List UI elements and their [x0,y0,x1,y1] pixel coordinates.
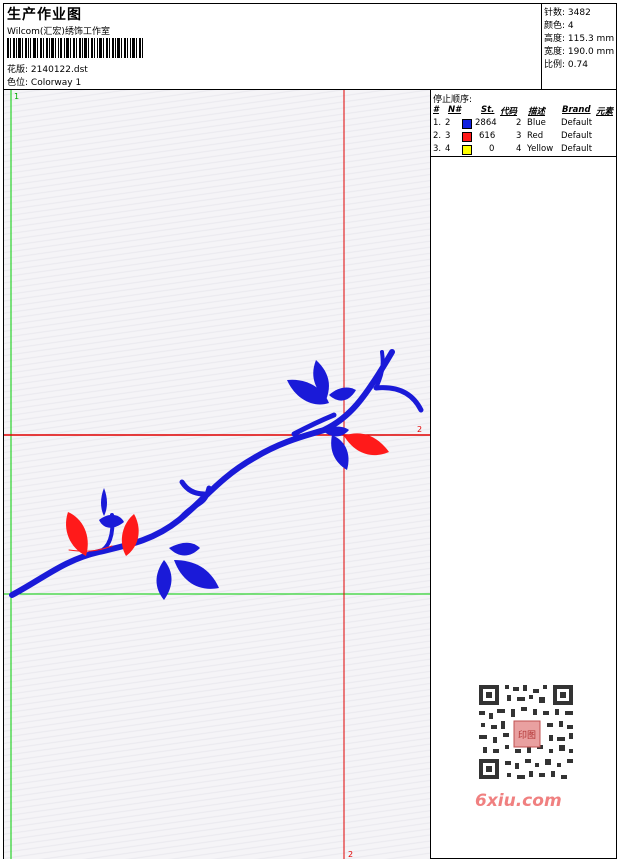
stat-stitches-value: 3482 [567,8,591,18]
stat-height-label: 高度: [544,34,566,44]
color-swatch [462,145,472,155]
col-code: 代码 [500,107,518,117]
sheet-header: 生产作业图 Wilcom(汇宏)绣饰工作室 花版: 2140122.dst 色位… [4,4,616,90]
row-brand: Default [561,131,593,141]
row-desc: Red [527,131,544,141]
color-swatch [462,132,472,142]
color-swatch [462,119,472,129]
colorway-value: Colorway 1 [30,78,82,88]
stat-scale: 比例: 0.74 [544,57,588,70]
stat-width-value: 190.0 mm [567,47,615,57]
stat-colors: 颜色: 4 [544,18,574,31]
seal-text: 印图 [518,729,536,741]
stat-colors-value: 4 [567,21,574,31]
col-idx: # [433,105,439,115]
stat-height: 高度: 115.3 mm [544,31,614,44]
qr-code: 印图 [467,679,585,803]
stat-width: 宽度: 190.0 mm [544,44,614,57]
design-label: 花版: [7,65,29,75]
row-st: 616 [479,131,496,141]
design-file: 花版: 2140122.dst [7,62,88,75]
row-st: 0 [489,144,495,154]
color-table-header: # N# St. 代码 描述 Brand 元素 [431,104,616,117]
barcode [7,38,143,58]
marker-right: 2 [417,425,422,434]
row-code: 3 [516,131,522,141]
row-code: 4 [516,144,522,154]
color-row[interactable]: 2. 3 616 3 Red Default [431,130,616,143]
design-canvas[interactable]: 1 2 2 [4,90,431,859]
design-value: 2140122.dst [30,65,88,75]
stat-stitches: 针数: 3482 [544,5,591,18]
brand-watermark: 6xiu.com [475,791,562,811]
stat-scale-label: 比例: [544,60,566,70]
studio-name: Wilcom(汇宏)绣饰工作室 [7,27,110,37]
panel-divider [431,156,616,157]
col-n: N# [448,105,462,115]
color-row[interactable]: 1. 2 2864 2 Blue Default [431,117,616,130]
row-st: 2864 [475,118,497,128]
row-brand: Default [561,118,593,128]
marker-bottom: 2 [348,850,353,859]
row-n: 2 [445,118,451,128]
sheet-title: 生产作业图 [7,7,82,23]
marker-top: 1 [14,92,19,101]
stem-group [9,349,424,598]
stat-colors-label: 颜色: [544,21,566,31]
row-n: 3 [445,131,451,141]
stat-stitches-label: 针数: [544,8,566,18]
colorway: 色位: Colorway 1 [7,75,81,88]
stat-width-label: 宽度: [544,47,566,57]
row-brand: Default [561,144,593,154]
col-element: 元素 [596,107,614,117]
col-brand: Brand [562,105,591,115]
row-idx: 1. [433,118,442,128]
row-desc: Yellow [527,144,554,154]
colorway-label: 色位: [7,78,29,88]
row-desc: Blue [527,118,546,128]
row-idx: 2. [433,131,442,141]
col-st: St. [481,105,495,115]
blue-leaves [99,360,356,600]
col-desc: 描述 [528,107,546,117]
color-row[interactable]: 3. 4 0 4 Yellow Default [431,143,616,156]
row-code: 2 [516,118,522,128]
row-n: 4 [445,144,451,154]
embroidery-preview: 1 2 2 [4,90,430,859]
stat-height-value: 115.3 mm [567,34,615,44]
stat-scale-value: 0.74 [567,60,588,70]
row-idx: 3. [433,144,442,154]
stats-box: 针数: 3482 颜色: 4 高度: 115.3 mm 宽度: 190.0 mm… [541,4,617,89]
